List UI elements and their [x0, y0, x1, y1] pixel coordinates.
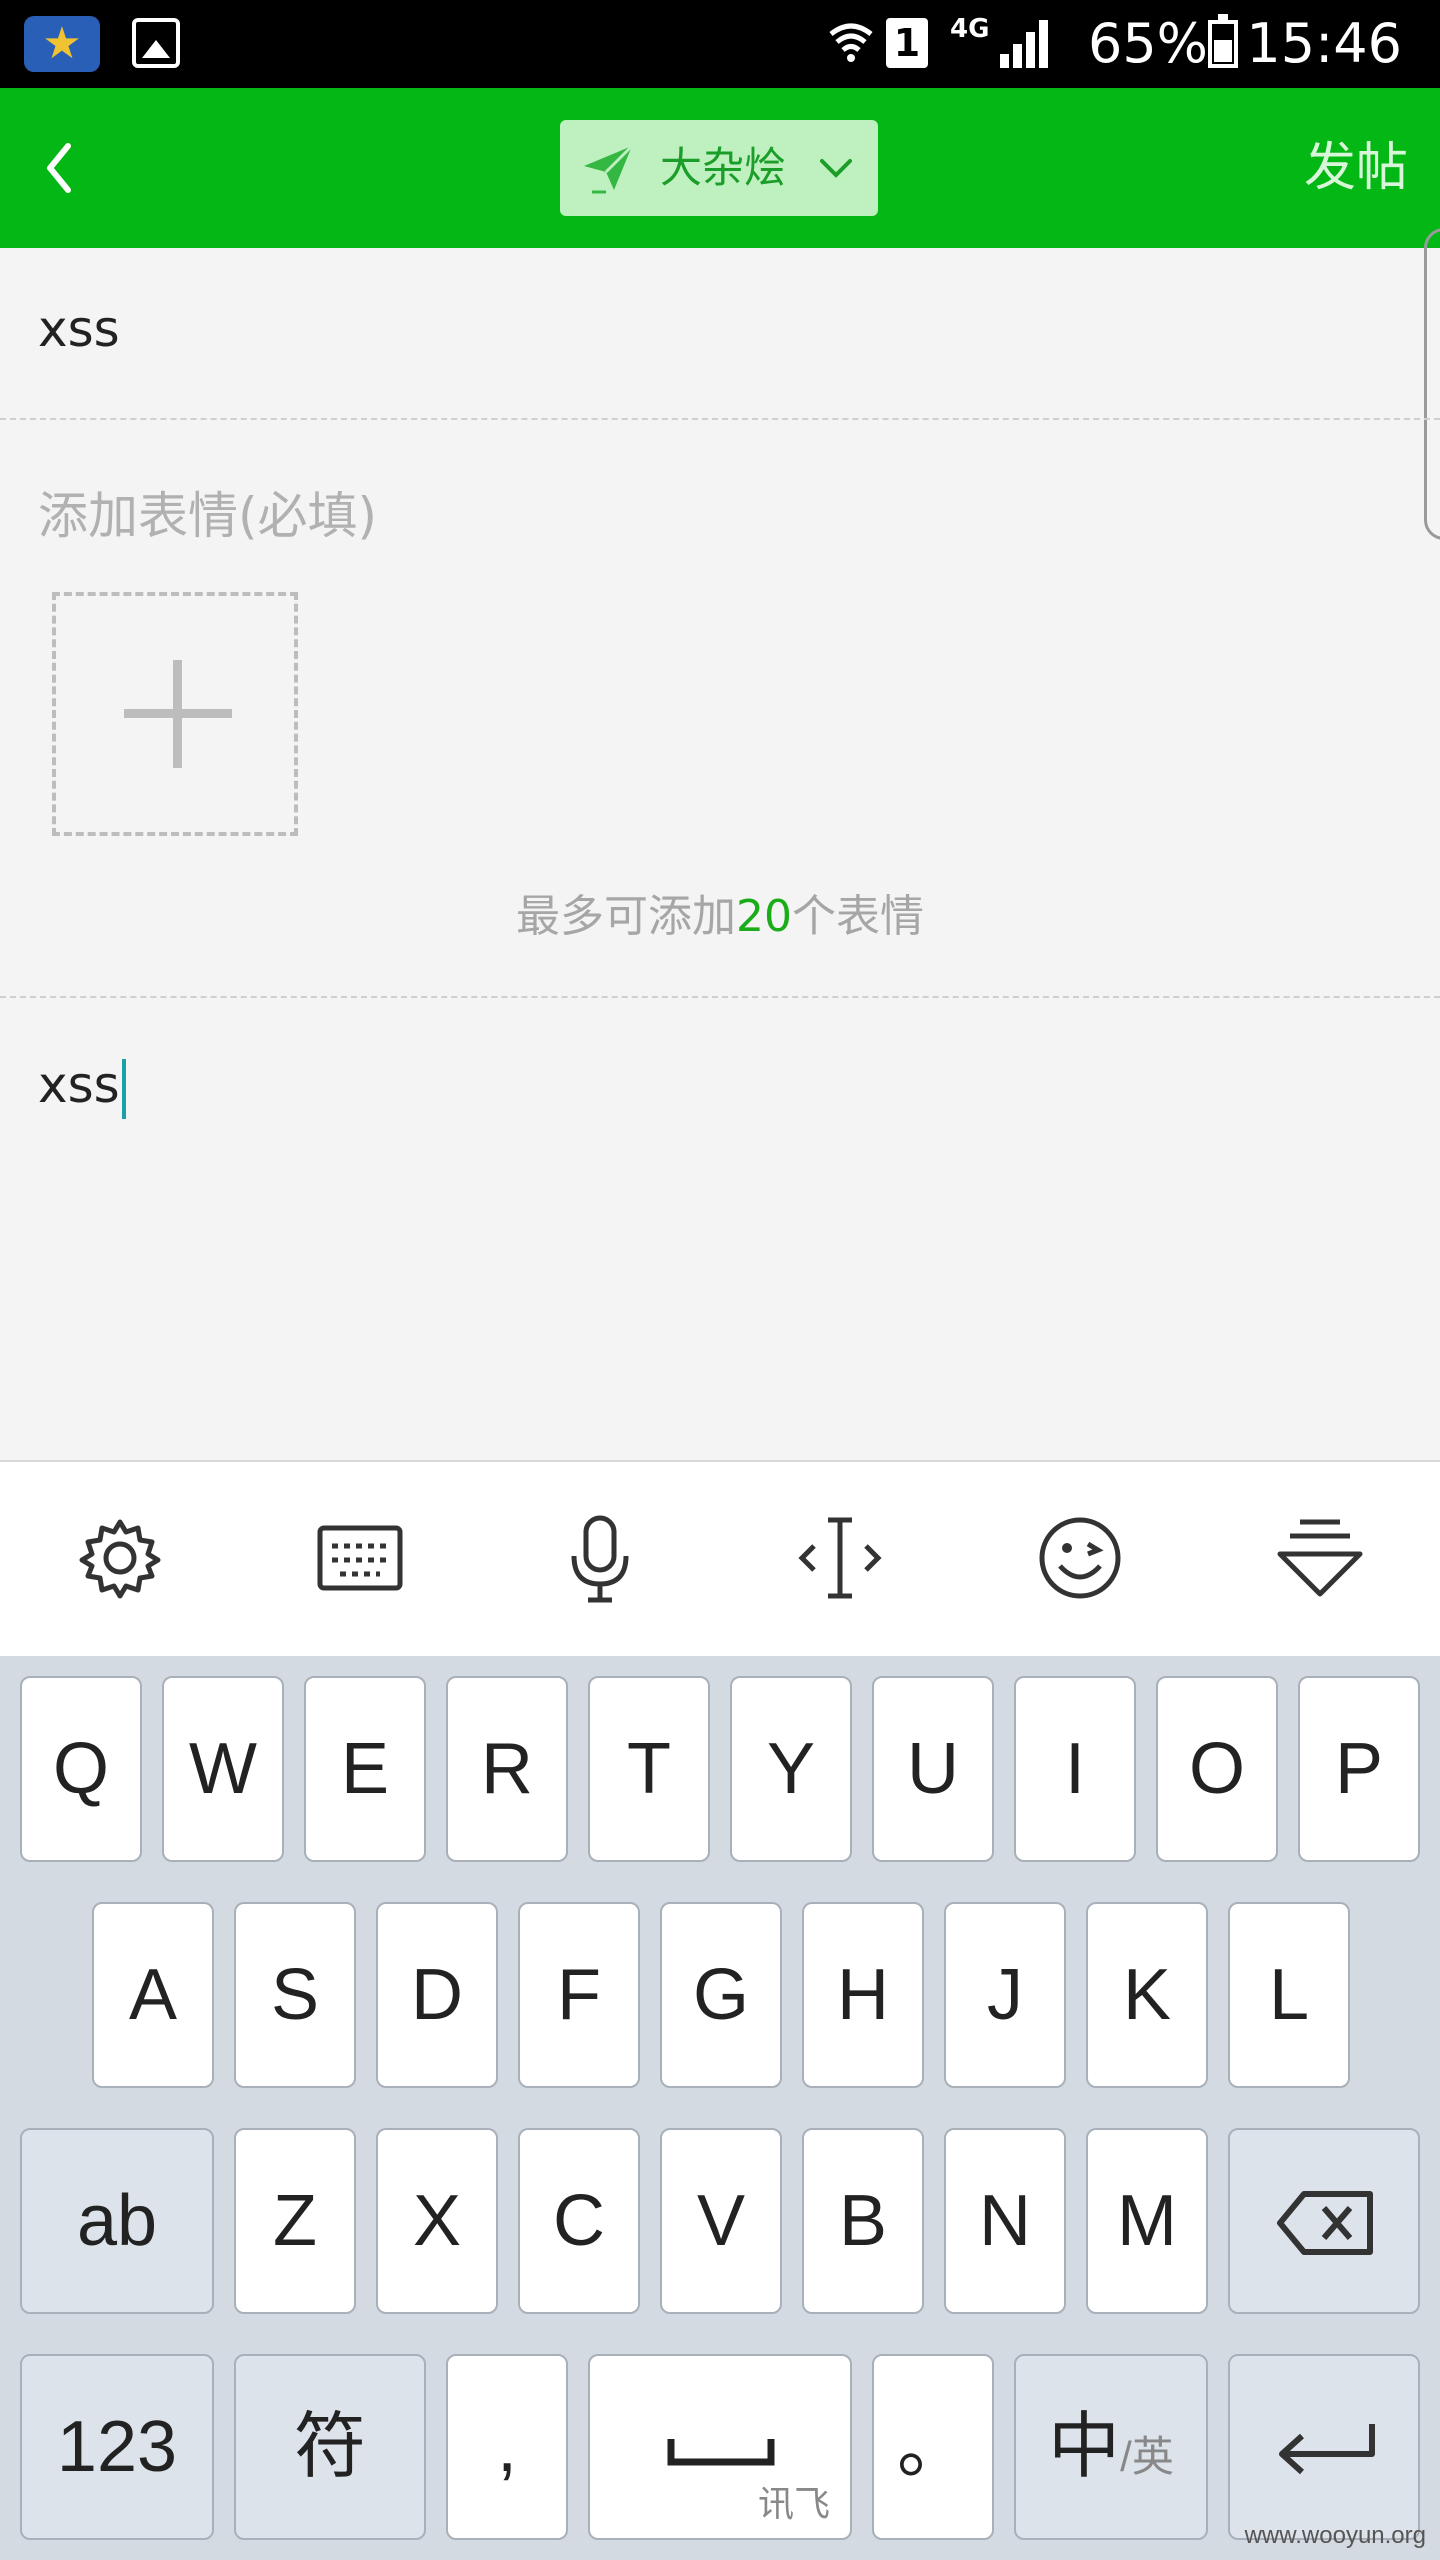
key-m[interactable]: M — [1086, 2128, 1208, 2314]
category-selector[interactable]: 大杂烩 — [560, 120, 878, 216]
key-comma[interactable]: , — [446, 2354, 568, 2540]
key-g[interactable]: G — [660, 1902, 782, 2088]
key-t[interactable]: T — [588, 1676, 710, 1862]
post-button[interactable]: 发帖 — [1304, 128, 1408, 208]
limit-count: 20 — [736, 891, 792, 942]
chevron-down-icon — [820, 159, 852, 178]
keyboard-icon[interactable] — [312, 1510, 408, 1606]
key-j[interactable]: J — [944, 1902, 1066, 2088]
emoji-section-label: 添加表情(必填) — [38, 487, 378, 545]
key-a[interactable]: A — [92, 1902, 214, 2088]
key-b[interactable]: B — [802, 2128, 924, 2314]
lang-main: 中 — [1048, 2407, 1121, 2487]
limit-suffix: 个表情 — [792, 891, 924, 942]
key-s[interactable]: S — [234, 1902, 356, 2088]
ime-brand: 讯飞 — [757, 2483, 830, 2524]
key-k[interactable]: K — [1086, 1902, 1208, 2088]
key-language[interactable]: 中/英 — [1014, 2354, 1208, 2540]
key-x[interactable]: X — [376, 2128, 498, 2314]
key-u[interactable]: U — [872, 1676, 994, 1862]
key-p[interactable]: P — [1298, 1676, 1420, 1862]
text-cursor — [121, 1058, 126, 1119]
category-label: 大杂烩 — [660, 143, 787, 192]
key-w[interactable]: W — [162, 1676, 284, 1862]
key-space[interactable]: 讯飞 — [588, 2354, 852, 2540]
key-y[interactable]: Y — [730, 1676, 852, 1862]
emoji-icon[interactable] — [1032, 1510, 1128, 1606]
key-l[interactable]: L — [1228, 1902, 1350, 2088]
edge-panel-handle[interactable] — [1424, 228, 1440, 540]
gear-icon[interactable] — [72, 1510, 168, 1606]
app-notification-icon: ★ — [24, 16, 100, 72]
key-e[interactable]: E — [304, 1676, 426, 1862]
collapse-keyboard-icon[interactable] — [1272, 1510, 1368, 1606]
key-shift[interactable]: ab — [20, 2128, 214, 2314]
enter-icon — [1279, 2424, 1375, 2475]
key-z[interactable]: Z — [234, 2128, 356, 2314]
network-type: 4G — [950, 14, 990, 44]
cursor-icon[interactable] — [792, 1510, 888, 1606]
backspace-icon — [1277, 2191, 1373, 2255]
battery-icon — [1208, 14, 1238, 68]
key-numbers[interactable]: 123 — [20, 2354, 214, 2540]
keyboard-toolbar — [0, 1460, 1440, 1658]
key-f[interactable]: F — [518, 1902, 640, 2088]
limit-prefix: 最多可添加 — [516, 891, 736, 942]
status-bar: ★ 1 4G 65% 15:46 — [0, 0, 1440, 88]
back-arrow-icon — [47, 143, 71, 193]
key-v[interactable]: V — [660, 2128, 782, 2314]
content-input[interactable]: xss — [38, 1056, 126, 1119]
signal-icon — [1000, 18, 1052, 68]
key-i[interactable]: I — [1014, 1676, 1136, 1862]
key-period[interactable]: 。 — [872, 2354, 994, 2540]
key-backspace[interactable] — [1228, 2128, 1420, 2314]
key-q[interactable]: Q — [20, 1676, 142, 1862]
divider — [0, 418, 1440, 420]
key-symbols[interactable]: 符 — [234, 2354, 426, 2540]
key-r[interactable]: R — [446, 1676, 568, 1862]
paper-plane-icon — [584, 144, 634, 194]
app-header: 大杂烩 发帖 — [0, 88, 1440, 248]
key-h[interactable]: H — [802, 1902, 924, 2088]
gallery-notification-icon — [132, 18, 180, 68]
sim-icon: 1 — [886, 18, 928, 68]
battery-percent: 65% — [1087, 12, 1208, 75]
space-icon — [667, 2439, 775, 2466]
back-button[interactable] — [30, 128, 110, 208]
title-input[interactable]: xss — [38, 300, 120, 358]
watermark: www.wooyun.org — [1244, 2522, 1426, 2549]
add-emoji-button[interactable] — [52, 592, 298, 836]
wifi-icon — [829, 23, 873, 62]
microphone-icon[interactable] — [552, 1510, 648, 1606]
clock: 15:46 — [1246, 12, 1402, 75]
key-d[interactable]: D — [376, 1902, 498, 2088]
emoji-limit-note: 最多可添加20个表情 — [0, 880, 1440, 944]
key-n[interactable]: N — [944, 2128, 1066, 2314]
keyboard: Q W E R T Y U I O P A S D F G H J K L ab… — [0, 1656, 1440, 2560]
key-enter[interactable] — [1228, 2354, 1420, 2540]
lang-sub: /英 — [1120, 2433, 1174, 2480]
content-text: xss — [38, 1056, 120, 1114]
key-c[interactable]: C — [518, 2128, 640, 2314]
key-o[interactable]: O — [1156, 1676, 1278, 1862]
divider — [0, 996, 1440, 998]
